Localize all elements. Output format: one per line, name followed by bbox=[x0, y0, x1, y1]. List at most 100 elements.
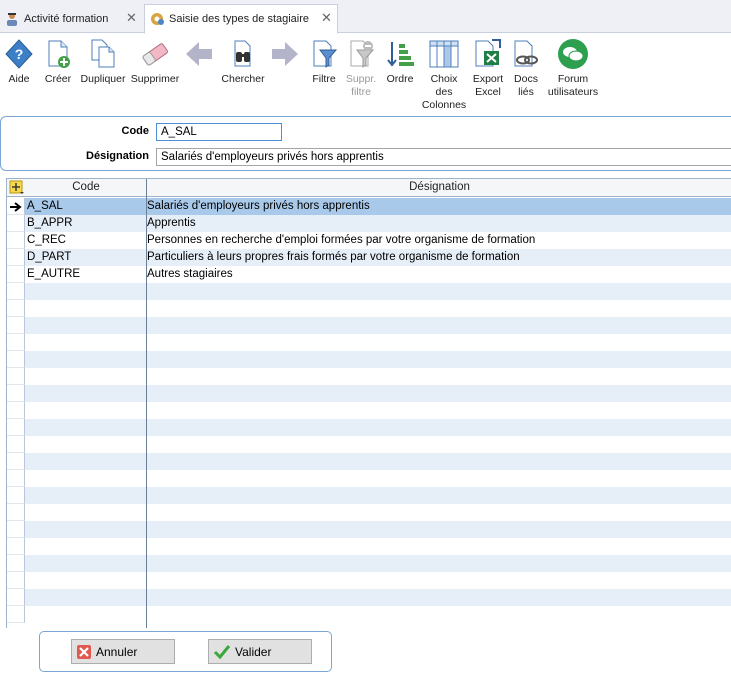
column-header-designation[interactable]: Désignation bbox=[147, 181, 731, 193]
table-row[interactable]: E_AUTRE Autres stagiaires bbox=[7, 266, 731, 283]
remove-filter-button[interactable]: Suppr. filtre bbox=[344, 38, 378, 99]
column-header-code[interactable]: Code bbox=[26, 181, 146, 193]
add-column-icon[interactable] bbox=[9, 180, 25, 198]
export-label-2: Excel bbox=[475, 86, 501, 98]
row-indicator[interactable] bbox=[7, 521, 25, 538]
filter-button[interactable]: Filtre bbox=[310, 38, 338, 86]
row-indicator[interactable] bbox=[7, 538, 25, 555]
empty-table-row[interactable] bbox=[7, 385, 731, 402]
delete-button[interactable]: Supprimer bbox=[131, 38, 179, 86]
search-button[interactable]: Chercher bbox=[220, 38, 266, 86]
empty-table-row[interactable] bbox=[7, 317, 731, 334]
empty-table-row[interactable] bbox=[7, 402, 731, 419]
choose-columns-label-3: Colonnes bbox=[421, 99, 467, 111]
row-indicator[interactable] bbox=[7, 606, 25, 623]
row-indicator[interactable] bbox=[7, 266, 25, 283]
code-input[interactable]: A_SAL bbox=[156, 123, 282, 141]
empty-table-row[interactable] bbox=[7, 470, 731, 487]
empty-table-row[interactable] bbox=[7, 487, 731, 504]
tab-saisie-types-stagiaire[interactable]: Saisie des types de stagiaire ✕ bbox=[144, 4, 338, 34]
export-label-1: Export bbox=[472, 73, 504, 85]
forum-button[interactable]: Forum utilisateurs bbox=[547, 38, 599, 99]
row-indicator[interactable] bbox=[7, 351, 25, 368]
choose-columns-label-2: des bbox=[435, 86, 453, 98]
help-button[interactable]: ? Aide bbox=[4, 38, 34, 86]
cancel-button[interactable]: Annuler bbox=[71, 639, 175, 664]
empty-table-row[interactable] bbox=[7, 521, 731, 538]
sort-order-button[interactable]: Ordre bbox=[385, 38, 415, 86]
empty-table-row[interactable] bbox=[7, 589, 731, 606]
tab-label: Activité formation bbox=[24, 13, 109, 25]
row-indicator[interactable] bbox=[7, 487, 25, 504]
linked-docs-button[interactable]: Docs liés bbox=[511, 38, 541, 99]
choose-columns-button[interactable]: Choix des Colonnes bbox=[421, 38, 467, 112]
empty-table-row[interactable] bbox=[7, 436, 731, 453]
empty-table-row[interactable] bbox=[7, 555, 731, 572]
duplicate-button[interactable]: Dupliquer bbox=[79, 38, 127, 86]
row-indicator[interactable] bbox=[7, 572, 25, 589]
row-indicator[interactable] bbox=[7, 215, 25, 232]
row-indicator[interactable] bbox=[7, 385, 25, 402]
table-row[interactable]: A_SAL Salariés d'employeurs privés hors a… bbox=[7, 198, 731, 215]
forum-chat-icon bbox=[558, 39, 588, 69]
row-indicator[interactable] bbox=[7, 317, 25, 334]
row-indicator[interactable] bbox=[7, 300, 25, 317]
help-icon: ? bbox=[5, 39, 33, 69]
sort-order-label: Ordre bbox=[386, 73, 414, 85]
previous-button[interactable] bbox=[184, 38, 214, 73]
forum-label-1: Forum bbox=[557, 73, 589, 85]
cell-code: A_SAL bbox=[27, 200, 63, 212]
validate-label: Valider bbox=[235, 644, 272, 659]
row-indicator[interactable] bbox=[7, 555, 25, 572]
close-icon[interactable]: ✕ bbox=[321, 11, 332, 24]
row-indicator[interactable] bbox=[7, 470, 25, 487]
help-label: Aide bbox=[8, 73, 30, 85]
action-button-frame: Annuler Valider bbox=[39, 631, 332, 672]
forum-label-2: utilisateurs bbox=[547, 86, 599, 98]
cell-designation: Apprentis bbox=[147, 217, 196, 229]
cell-designation: Particuliers à leurs propres frais formé… bbox=[147, 251, 520, 263]
validate-button[interactable]: Valider bbox=[208, 639, 312, 664]
empty-table-row[interactable] bbox=[7, 351, 731, 368]
empty-table-row[interactable] bbox=[7, 300, 731, 317]
empty-table-row[interactable] bbox=[7, 504, 731, 521]
export-excel-button[interactable]: Export Excel bbox=[471, 38, 505, 99]
sort-icon bbox=[387, 42, 414, 67]
remove-filter-icon bbox=[350, 40, 375, 68]
row-indicator[interactable] bbox=[7, 436, 25, 453]
empty-table-row[interactable] bbox=[7, 572, 731, 589]
cell-designation: Salariés d'employeurs privés hors appren… bbox=[147, 200, 370, 212]
empty-table-row[interactable] bbox=[7, 334, 731, 351]
empty-table-row[interactable] bbox=[7, 538, 731, 555]
create-button[interactable]: Créer bbox=[43, 38, 73, 86]
row-indicator[interactable] bbox=[7, 504, 25, 521]
table-row[interactable]: B_APPR Apprentis bbox=[7, 215, 731, 232]
close-icon[interactable]: ✕ bbox=[126, 11, 137, 24]
row-indicator[interactable] bbox=[7, 589, 25, 606]
data-grid: Code Désignation A_SAL Salariés d'employe… bbox=[6, 178, 731, 628]
row-indicator[interactable] bbox=[7, 283, 25, 300]
row-indicator[interactable] bbox=[7, 198, 25, 215]
cancel-label: Annuler bbox=[96, 644, 138, 659]
designation-label: Désignation bbox=[86, 150, 149, 162]
table-row[interactable]: D_PART Particuliers à leurs propres frais… bbox=[7, 249, 731, 266]
row-indicator[interactable] bbox=[7, 232, 25, 249]
empty-table-row[interactable] bbox=[7, 419, 731, 436]
next-button[interactable] bbox=[270, 38, 300, 73]
create-label: Créer bbox=[44, 73, 72, 85]
row-indicator[interactable] bbox=[7, 249, 25, 266]
row-indicator[interactable] bbox=[7, 453, 25, 470]
empty-table-row[interactable] bbox=[7, 283, 731, 300]
empty-table-row[interactable] bbox=[7, 606, 731, 623]
row-indicator[interactable] bbox=[7, 334, 25, 351]
cell-code: C_REC bbox=[27, 234, 66, 246]
tab-activite-formation[interactable]: Activité formation ✕ bbox=[0, 5, 143, 33]
empty-table-row[interactable] bbox=[7, 453, 731, 470]
row-indicator[interactable] bbox=[7, 419, 25, 436]
empty-table-row[interactable] bbox=[7, 368, 731, 385]
filter-label: Filtre bbox=[312, 73, 336, 85]
table-row[interactable]: C_REC Personnes en recherche d'emploi for… bbox=[7, 232, 731, 249]
row-indicator[interactable] bbox=[7, 368, 25, 385]
row-indicator[interactable] bbox=[7, 402, 25, 419]
designation-input[interactable]: Salariés d'employeurs privés hors appren… bbox=[156, 148, 731, 166]
